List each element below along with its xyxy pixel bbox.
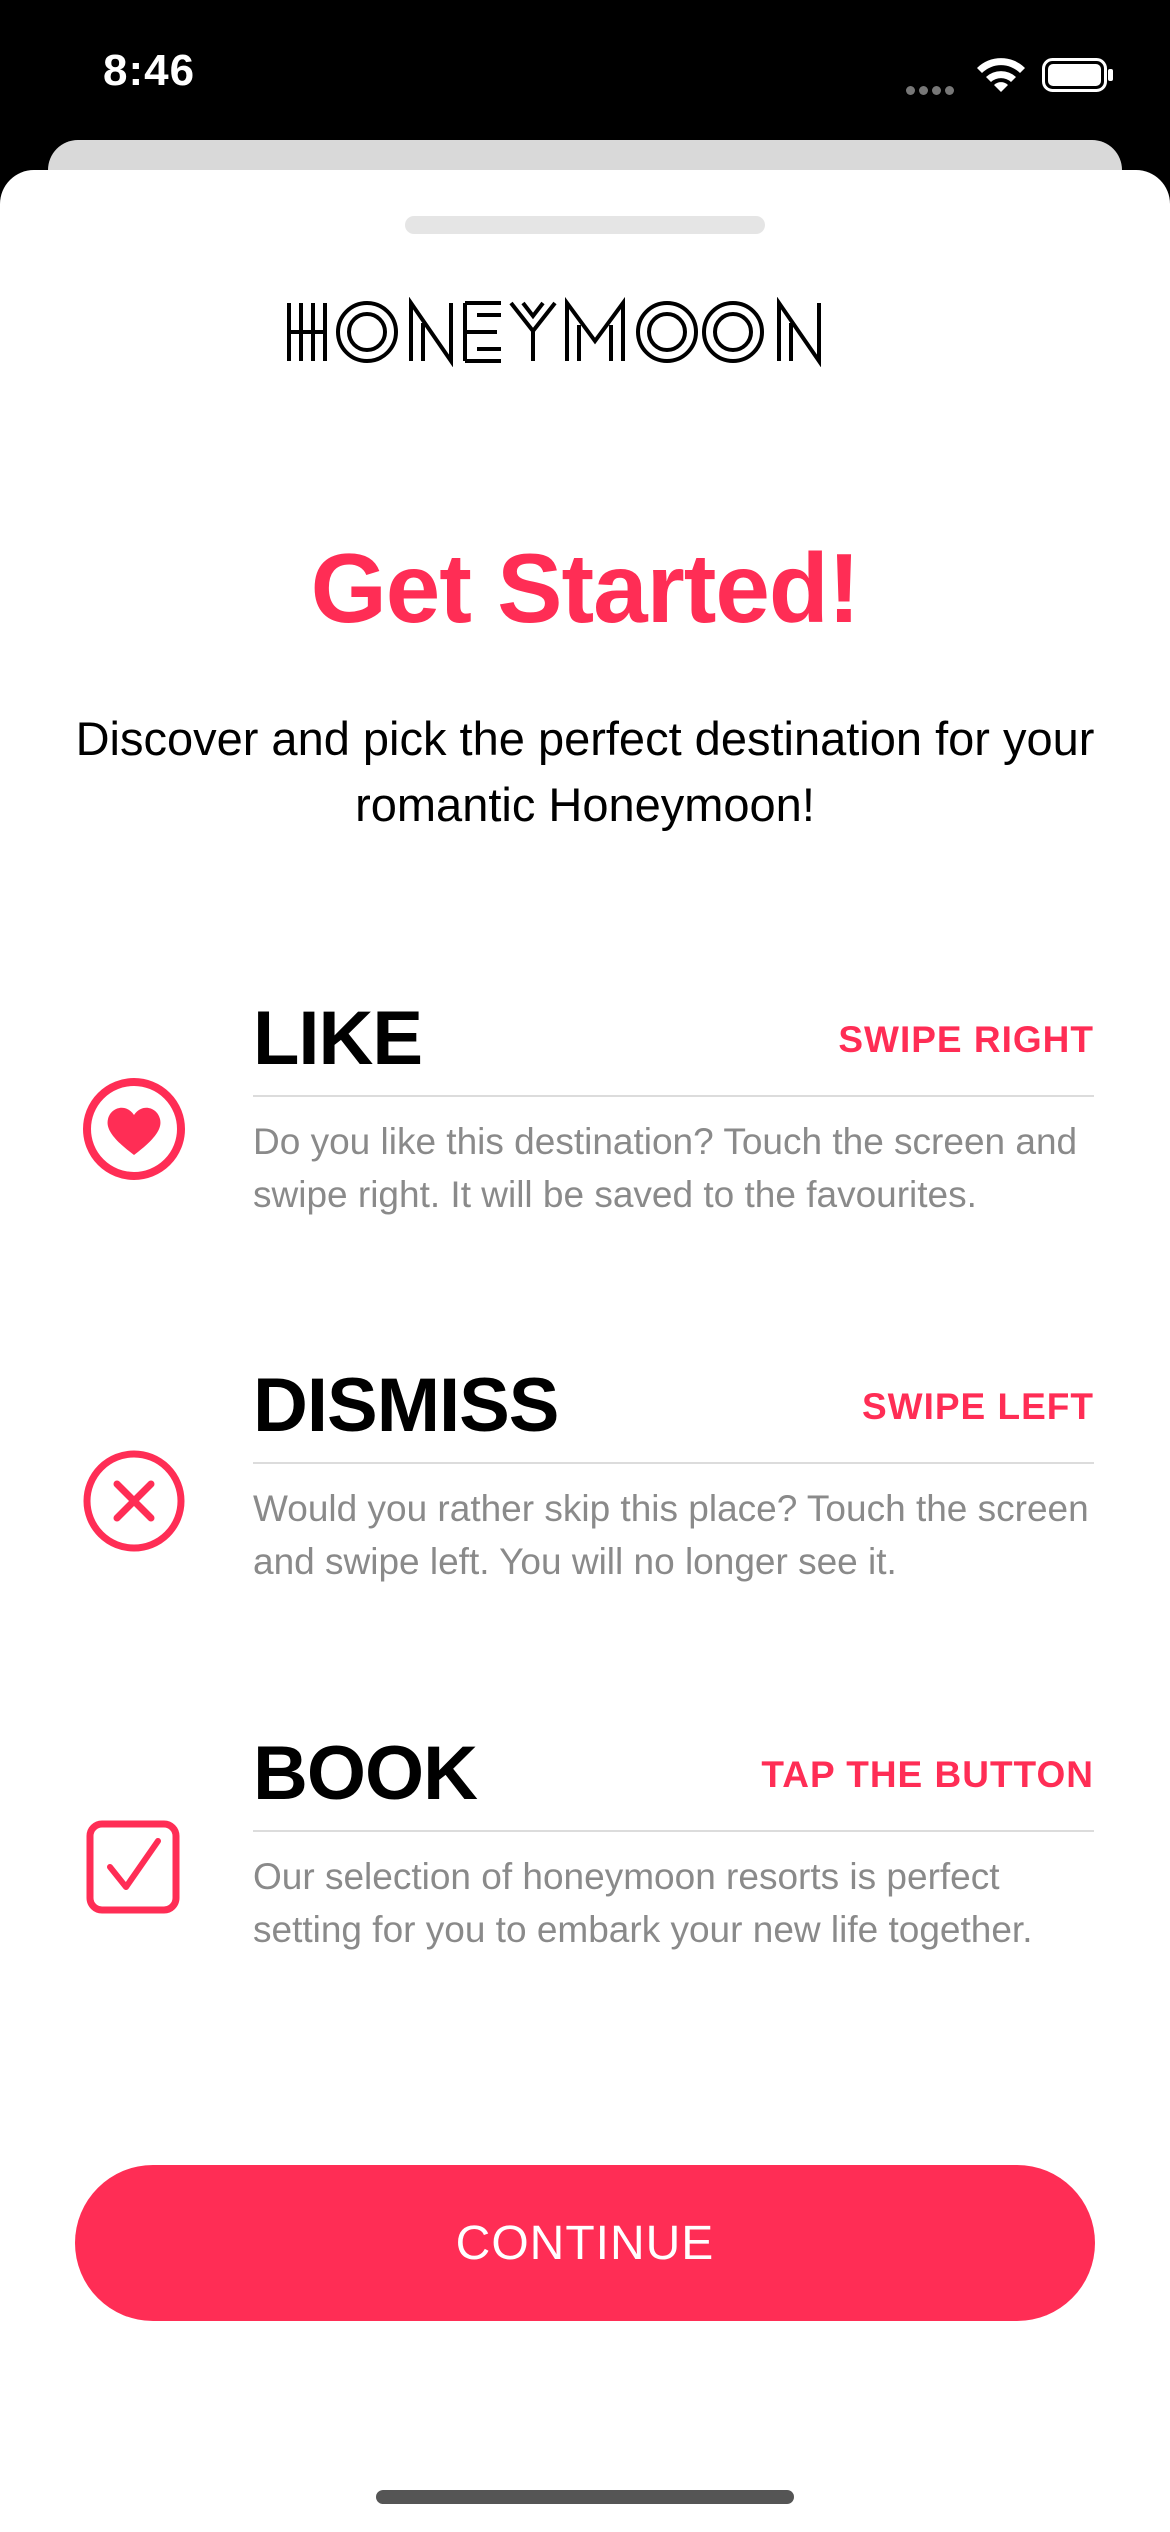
- feature-description: Do you like this destination? Touch the …: [253, 1121, 1078, 1215]
- cellular-signal-icon: [906, 82, 962, 95]
- status-bar: 8:46: [0, 0, 1170, 160]
- feature-description: Our selection of honeymoon resorts is pe…: [253, 1856, 1033, 1950]
- x-circle-icon: [83, 1450, 185, 1552]
- sheet-grabber[interactable]: [405, 216, 765, 234]
- divider: [253, 1095, 1094, 1097]
- page-title: Get Started!: [310, 533, 861, 643]
- feature-like: LIKE SWIPE RIGHT Do you like this destin…: [0, 995, 1170, 1335]
- page-subtitle: Discover and pick the perfect destinatio…: [75, 712, 1095, 831]
- feature-description: Would you rather skip this place? Touch …: [253, 1488, 1089, 1582]
- status-time: 8:46: [103, 46, 196, 95]
- home-indicator[interactable]: [376, 2490, 794, 2504]
- feature-action: SWIPE LEFT: [862, 1386, 1094, 1427]
- feature-action: TAP THE BUTTON: [761, 1754, 1094, 1795]
- checkmark-square-icon: [86, 1820, 180, 1914]
- honeymoon-logo: [287, 297, 821, 367]
- feature-title: DISMISS: [253, 1363, 559, 1448]
- feature-dismiss: DISMISS SWIPE LEFT Would you rather skip…: [0, 1362, 1170, 1702]
- feature-title: BOOK: [253, 1731, 478, 1816]
- feature-action: SWIPE RIGHT: [838, 1019, 1094, 1060]
- continue-button[interactable]: CONTINUE: [75, 2165, 1095, 2321]
- heart-circle-icon: [83, 1078, 185, 1180]
- divider: [253, 1462, 1094, 1464]
- feature-book: BOOK TAP THE BUTTON Our selection of hon…: [0, 1730, 1170, 2070]
- feature-title: LIKE: [253, 996, 423, 1081]
- wifi-icon: [977, 58, 1025, 92]
- divider: [253, 1830, 1094, 1832]
- battery-icon: [1042, 58, 1113, 92]
